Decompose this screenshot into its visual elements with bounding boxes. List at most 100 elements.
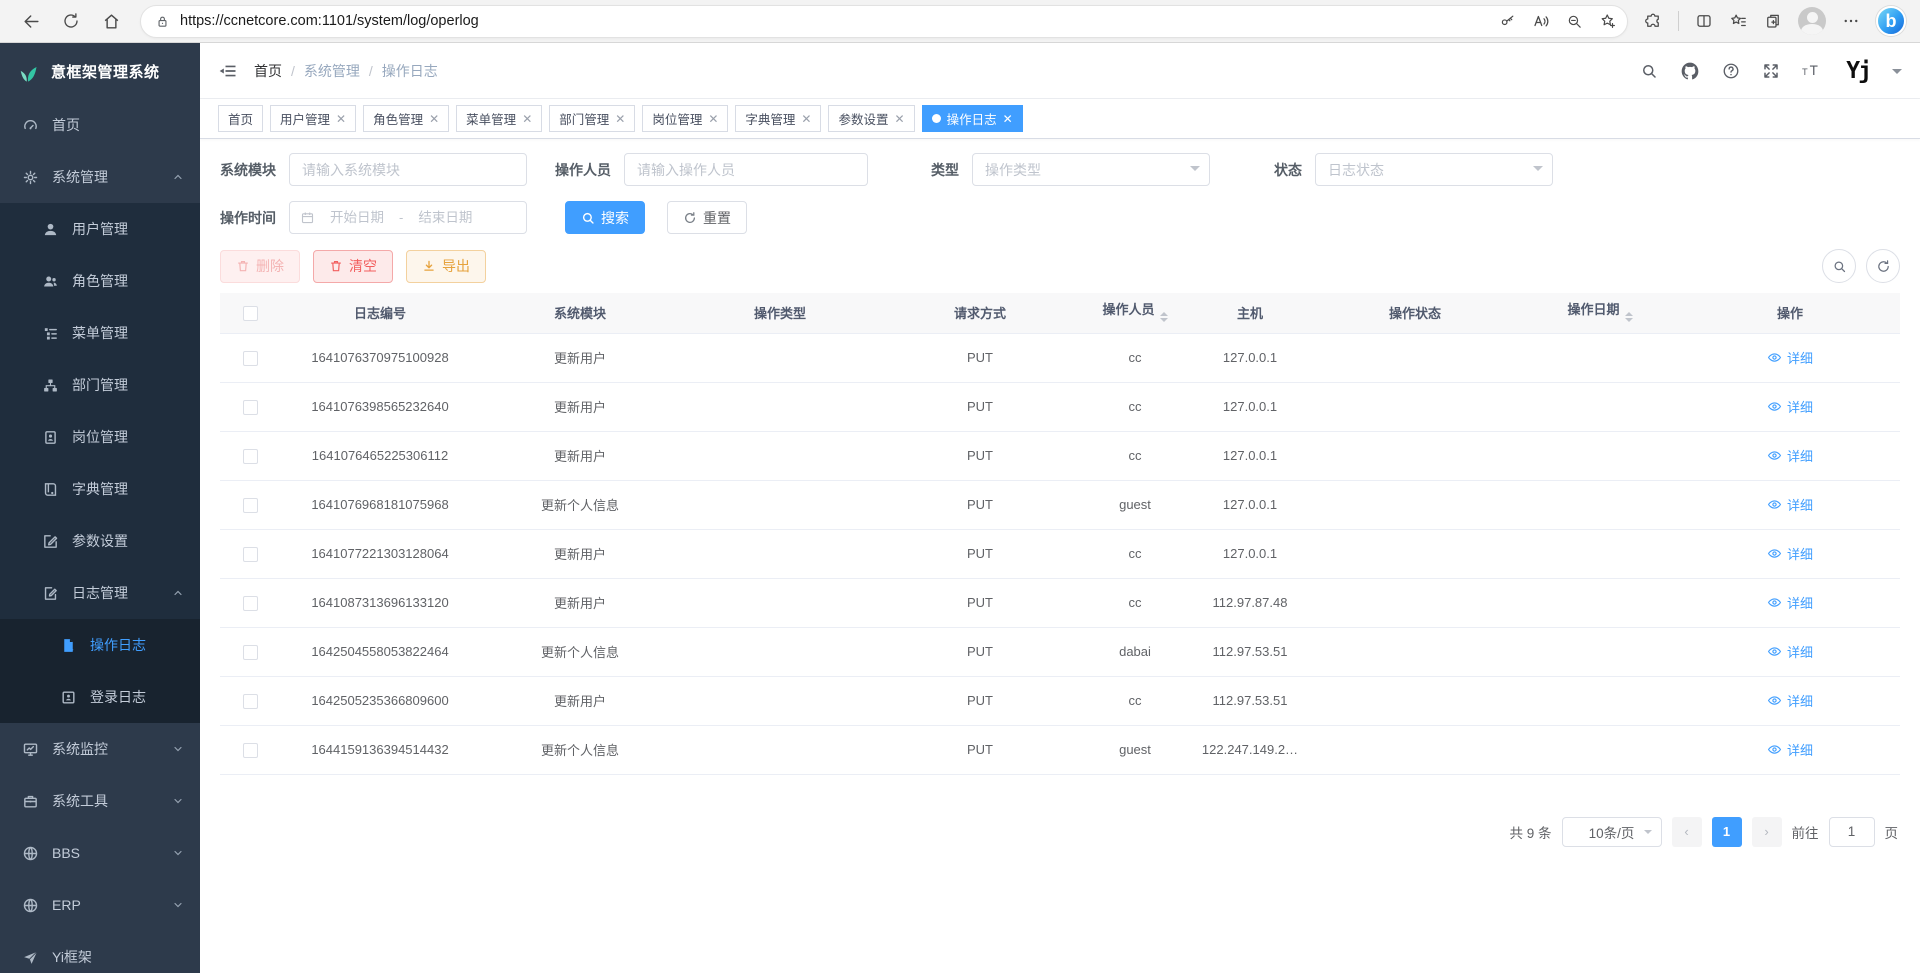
- tab-role-mgmt[interactable]: 角色管理✕: [363, 105, 449, 132]
- close-icon[interactable]: ✕: [522, 112, 532, 126]
- delete-button[interactable]: 删除: [220, 250, 300, 283]
- url-text[interactable]: https://ccnetcore.com:1101/system/log/op…: [180, 13, 1499, 29]
- sidebar-item-login-log[interactable]: 登录日志: [0, 671, 200, 723]
- more-icon[interactable]: [1842, 12, 1860, 30]
- table-search-toggle-button[interactable]: [1822, 249, 1856, 283]
- yj-logo[interactable]: Yj: [1846, 58, 1870, 84]
- start-date-input[interactable]: [321, 210, 393, 225]
- sort-control[interactable]: [1625, 308, 1633, 326]
- back-icon[interactable]: [14, 4, 48, 38]
- key-icon[interactable]: [1499, 13, 1516, 30]
- search-icon[interactable]: [1640, 62, 1658, 80]
- select-all-checkbox[interactable]: [243, 306, 258, 321]
- search-button[interactable]: 搜索: [565, 201, 645, 234]
- row-checkbox[interactable]: [243, 547, 258, 562]
- row-checkbox[interactable]: [243, 645, 258, 660]
- sidebar-item-post-mgmt[interactable]: 岗位管理: [0, 411, 200, 463]
- detail-link[interactable]: 详细: [1767, 397, 1813, 416]
- home-icon[interactable]: [94, 4, 128, 38]
- sidebar-item-user-mgmt[interactable]: 用户管理: [0, 203, 200, 255]
- github-icon[interactable]: [1680, 61, 1700, 81]
- detail-link[interactable]: 详细: [1767, 495, 1813, 514]
- sidebar-fold-icon[interactable]: [218, 61, 238, 81]
- sidebar-item-home[interactable]: 首页: [0, 99, 200, 151]
- fullscreen-icon[interactable]: [1762, 62, 1780, 80]
- tab-dept-mgmt[interactable]: 部门管理✕: [549, 105, 635, 132]
- detail-link[interactable]: 详细: [1767, 642, 1813, 661]
- sidebar-item-bbs[interactable]: BBS: [0, 827, 200, 879]
- favorites-bar-icon[interactable]: [1729, 12, 1748, 31]
- extensions-icon[interactable]: [1644, 12, 1662, 30]
- prev-page-button[interactable]: ‹: [1672, 817, 1702, 847]
- favorite-add-icon[interactable]: [1599, 12, 1617, 30]
- sidebar-item-erp[interactable]: ERP: [0, 879, 200, 931]
- row-checkbox[interactable]: [243, 351, 258, 366]
- chevron-down-icon[interactable]: [1892, 69, 1902, 79]
- sidebar-item-dict-mgmt[interactable]: 字典管理: [0, 463, 200, 515]
- sidebar-item-system-tools[interactable]: 系统工具: [0, 775, 200, 827]
- module-input[interactable]: [289, 153, 527, 186]
- close-icon[interactable]: ✕: [895, 112, 905, 126]
- question-icon[interactable]: [1722, 62, 1740, 80]
- row-checkbox[interactable]: [243, 596, 258, 611]
- clear-button[interactable]: 清空: [313, 250, 393, 283]
- sidebar-item-menu-mgmt[interactable]: 菜单管理: [0, 307, 200, 359]
- detail-link[interactable]: 详细: [1767, 593, 1813, 612]
- read-aloud-icon[interactable]: [1532, 12, 1550, 30]
- detail-link[interactable]: 详细: [1767, 544, 1813, 563]
- export-button[interactable]: 导出: [406, 250, 486, 283]
- page-size-select[interactable]: 10条/页: [1562, 817, 1662, 847]
- page-1-button[interactable]: 1: [1712, 817, 1742, 847]
- split-screen-icon[interactable]: [1695, 12, 1713, 30]
- sidebar-item-dept-mgmt[interactable]: 部门管理: [0, 359, 200, 411]
- sidebar-item-param-settings[interactable]: 参数设置: [0, 515, 200, 567]
- tab-param-settings[interactable]: 参数设置✕: [828, 105, 914, 132]
- zoom-out-icon[interactable]: [1566, 13, 1583, 30]
- tab-dict-mgmt[interactable]: 字典管理✕: [735, 105, 821, 132]
- sidebar-item-oper-log[interactable]: 操作日志: [0, 619, 200, 671]
- row-checkbox[interactable]: [243, 449, 258, 464]
- cell-host: 127.0.0.1: [1190, 382, 1310, 431]
- tab-post-mgmt[interactable]: 岗位管理✕: [642, 105, 728, 132]
- goto-page-input[interactable]: [1829, 817, 1875, 847]
- close-icon[interactable]: ✕: [615, 112, 625, 126]
- next-page-button[interactable]: ›: [1752, 817, 1782, 847]
- address-bar[interactable]: https://ccnetcore.com:1101/system/log/op…: [140, 5, 1628, 38]
- sidebar-item-system-mgmt[interactable]: 系统管理: [0, 151, 200, 203]
- refresh-icon[interactable]: [54, 4, 88, 38]
- detail-link[interactable]: 详细: [1767, 691, 1813, 710]
- breadcrumb-home[interactable]: 首页: [254, 61, 282, 81]
- sort-control[interactable]: [1160, 308, 1168, 326]
- profile-avatar[interactable]: [1798, 7, 1826, 35]
- close-icon[interactable]: ✕: [801, 112, 811, 126]
- close-icon[interactable]: ✕: [429, 112, 439, 126]
- sidebar-item-log-mgmt[interactable]: 日志管理: [0, 567, 200, 619]
- type-select[interactable]: [972, 153, 1210, 186]
- row-checkbox[interactable]: [243, 400, 258, 415]
- close-icon[interactable]: ✕: [708, 112, 718, 126]
- table-refresh-button[interactable]: [1866, 249, 1900, 283]
- row-checkbox[interactable]: [243, 498, 258, 513]
- row-checkbox[interactable]: [243, 694, 258, 709]
- sidebar-item-role-mgmt[interactable]: 角色管理: [0, 255, 200, 307]
- font-size-icon[interactable]: TT: [1802, 62, 1824, 80]
- date-range-picker[interactable]: -: [289, 201, 527, 234]
- collections-icon[interactable]: [1764, 12, 1782, 30]
- sidebar-item-yi-framework[interactable]: Yi框架: [0, 931, 200, 973]
- tab-home[interactable]: 首页: [218, 105, 263, 132]
- detail-link[interactable]: 详细: [1767, 348, 1813, 367]
- tab-menu-mgmt[interactable]: 菜单管理✕: [456, 105, 542, 132]
- reset-button[interactable]: 重置: [667, 201, 747, 234]
- row-checkbox[interactable]: [243, 743, 258, 758]
- bing-chat-icon[interactable]: b: [1876, 6, 1906, 36]
- tab-user-mgmt[interactable]: 用户管理✕: [270, 105, 356, 132]
- detail-link[interactable]: 详细: [1767, 740, 1813, 759]
- operator-input[interactable]: [624, 153, 868, 186]
- sidebar-item-system-monitor[interactable]: 系统监控: [0, 723, 200, 775]
- detail-link[interactable]: 详细: [1767, 446, 1813, 465]
- close-icon[interactable]: ✕: [1003, 112, 1013, 126]
- tab-oper-log[interactable]: 操作日志✕: [922, 105, 1023, 132]
- end-date-input[interactable]: [409, 210, 481, 225]
- close-icon[interactable]: ✕: [336, 112, 346, 126]
- status-select[interactable]: [1315, 153, 1553, 186]
